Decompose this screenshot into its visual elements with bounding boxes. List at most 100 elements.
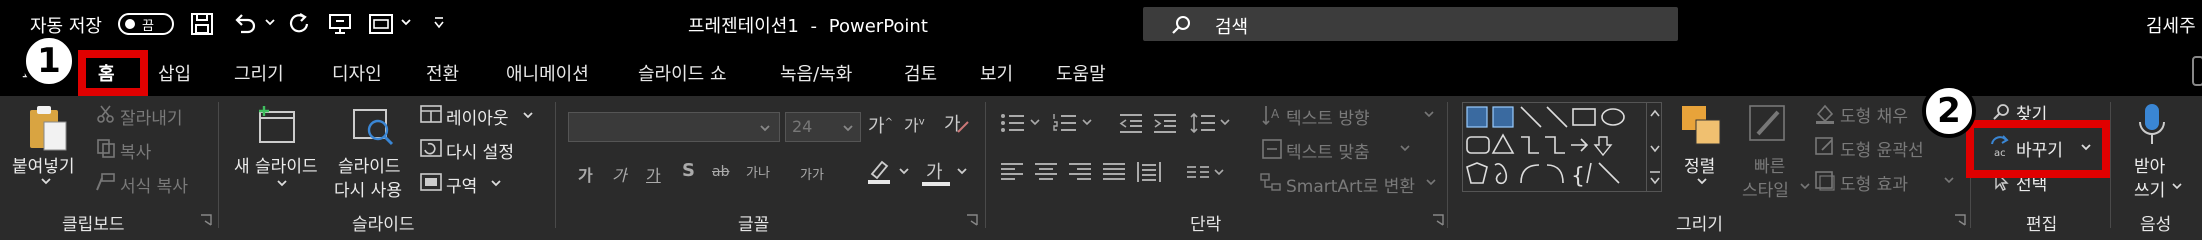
justify-icon[interactable] <box>1102 162 1126 182</box>
highlight-dropdown-icon[interactable] <box>898 166 910 176</box>
quick-styles-label-2[interactable]: 스타일 <box>1742 176 1789 201</box>
shape-fill-icon[interactable] <box>1814 102 1836 124</box>
line-spacing-icon[interactable] <box>1190 112 1216 134</box>
quick-styles-dropdown-icon[interactable] <box>1800 182 1810 190</box>
align-left-icon[interactable] <box>1000 162 1024 182</box>
tab-record[interactable]: 녹음/녹화 <box>780 60 852 86</box>
bullets-dropdown-icon[interactable] <box>1030 118 1040 126</box>
shape-effects-icon[interactable] <box>1814 170 1836 192</box>
section-button[interactable]: 구역 <box>446 172 477 197</box>
align-center-icon[interactable] <box>1034 162 1058 182</box>
numbering-icon[interactable] <box>1052 112 1078 134</box>
arrange-dropdown-icon[interactable] <box>1696 176 1708 186</box>
increase-indent-icon[interactable] <box>1152 112 1178 134</box>
text-direction-icon[interactable]: A <box>1262 104 1282 126</box>
bold-button[interactable]: 가 <box>578 162 593 186</box>
quick-styles-icon[interactable] <box>1748 104 1788 148</box>
tab-draw[interactable]: 그리기 <box>234 60 284 86</box>
decrease-font-size-icon[interactable]: 가v <box>904 112 925 136</box>
distributed-icon[interactable] <box>1136 160 1162 184</box>
section-icon[interactable] <box>420 172 442 192</box>
shapes-gallery[interactable]: { <box>1462 102 1662 192</box>
reset-icon[interactable] <box>420 138 442 158</box>
share-button-edge[interactable] <box>2192 56 2202 86</box>
view-dropdown-icon[interactable] <box>400 16 412 28</box>
copy-icon[interactable] <box>96 138 116 158</box>
microphone-icon[interactable] <box>2136 102 2168 148</box>
shape-outline-icon[interactable] <box>1814 136 1836 158</box>
columns-dropdown-icon[interactable] <box>1214 168 1224 176</box>
text-direction-button[interactable]: 텍스트 방향 <box>1286 104 1370 129</box>
layout-dropdown-icon[interactable] <box>522 110 534 120</box>
tab-transitions[interactable]: 전환 <box>426 60 459 86</box>
dictate-label-1[interactable]: 받아 <box>2134 152 2165 177</box>
strikethrough-button[interactable]: ab <box>712 164 729 180</box>
dictate-label-2[interactable]: 쓰기 <box>2134 176 2165 201</box>
shape-effects-button[interactable]: 도형 효과 <box>1840 170 1908 195</box>
italic-button[interactable]: 가 <box>612 162 627 186</box>
align-text-button[interactable]: 텍스트 맞춤 <box>1286 138 1370 163</box>
tab-review[interactable]: 검토 <box>904 60 937 86</box>
tab-insert[interactable]: 삽입 <box>158 60 191 86</box>
undo-dropdown-icon[interactable] <box>264 16 276 28</box>
line-spacing-dropdown-icon[interactable] <box>1220 118 1230 126</box>
align-text-icon[interactable] <box>1262 138 1282 160</box>
start-from-beginning-icon[interactable] <box>328 12 352 36</box>
new-slide-button[interactable]: 새 슬라이드 <box>234 152 318 177</box>
layout-button[interactable]: 레이아웃 <box>446 104 509 129</box>
shape-effects-dropdown-icon[interactable] <box>1944 176 1954 184</box>
tab-slide-show[interactable]: 슬라이드 쇼 <box>638 60 727 86</box>
decrease-indent-icon[interactable] <box>1118 112 1144 134</box>
reuse-slides-icon[interactable] <box>350 104 396 148</box>
smartart-icon[interactable] <box>1260 172 1282 192</box>
new-slide-dropdown-icon[interactable] <box>276 178 288 188</box>
underline-button[interactable]: 가 <box>646 162 661 186</box>
customize-toolbar-icon[interactable] <box>432 16 446 30</box>
search-box[interactable]: 검색 <box>1143 7 1678 41</box>
clear-formatting-icon[interactable]: 가 <box>942 110 970 138</box>
presentation-view-icon[interactable] <box>368 12 394 36</box>
format-painter-icon[interactable] <box>94 172 116 192</box>
numbering-dropdown-icon[interactable] <box>1082 118 1092 126</box>
save-icon[interactable] <box>190 12 214 36</box>
paste-dropdown-icon[interactable] <box>40 176 52 186</box>
arrange-button[interactable]: 정렬 <box>1684 152 1715 177</box>
cut-icon[interactable] <box>96 104 116 124</box>
cut-button[interactable]: 잘라내기 <box>120 104 183 129</box>
character-spacing-button[interactable]: 가나 <box>746 162 770 181</box>
font-color-button[interactable]: 가 <box>926 158 943 184</box>
dialog-launcher-icon[interactable] <box>966 214 978 226</box>
font-size-dropdown-icon[interactable] <box>842 123 854 133</box>
tab-animations[interactable]: 애니메이션 <box>506 60 589 86</box>
tab-view[interactable]: 보기 <box>980 60 1013 86</box>
format-painter-button[interactable]: 서식 복사 <box>120 172 188 197</box>
smartart-dropdown-icon[interactable] <box>1426 178 1436 186</box>
smartart-button[interactable]: SmartArt로 변환 <box>1286 172 1415 197</box>
paste-icon[interactable] <box>20 104 74 154</box>
section-dropdown-icon[interactable] <box>490 178 502 188</box>
shadow-button[interactable]: S <box>682 160 695 181</box>
new-slide-icon[interactable] <box>254 104 300 146</box>
align-right-icon[interactable] <box>1068 162 1092 182</box>
highlight-icon[interactable] <box>866 158 892 186</box>
find-icon[interactable] <box>1992 102 2012 122</box>
font-size-field[interactable]: 24 <box>785 112 861 142</box>
text-direction-dropdown-icon[interactable] <box>1424 110 1434 118</box>
tab-design[interactable]: 디자인 <box>332 60 382 86</box>
increase-font-size-icon[interactable]: 가^ <box>868 112 893 138</box>
arrange-icon[interactable] <box>1680 104 1724 148</box>
layout-icon[interactable] <box>420 104 442 124</box>
align-text-dropdown-icon[interactable] <box>1400 144 1410 152</box>
tab-help[interactable]: 도움말 <box>1056 60 1106 86</box>
paste-button[interactable]: 붙여넣기 <box>12 152 75 177</box>
dialog-launcher-icon[interactable] <box>1432 214 1444 226</box>
font-name-dropdown-icon[interactable] <box>759 123 771 133</box>
copy-button[interactable]: 복사 <box>120 138 151 163</box>
dictate-dropdown-icon[interactable] <box>2172 182 2182 190</box>
reset-button[interactable]: 다시 설정 <box>446 138 514 163</box>
dialog-launcher-icon[interactable] <box>200 214 212 226</box>
reuse-slides-label-1[interactable]: 슬라이드 <box>338 152 401 177</box>
shapes-gallery-scroll[interactable] <box>1646 102 1663 192</box>
font-name-field[interactable] <box>568 112 780 142</box>
shape-outline-button[interactable]: 도형 윤곽선 <box>1840 136 1924 161</box>
